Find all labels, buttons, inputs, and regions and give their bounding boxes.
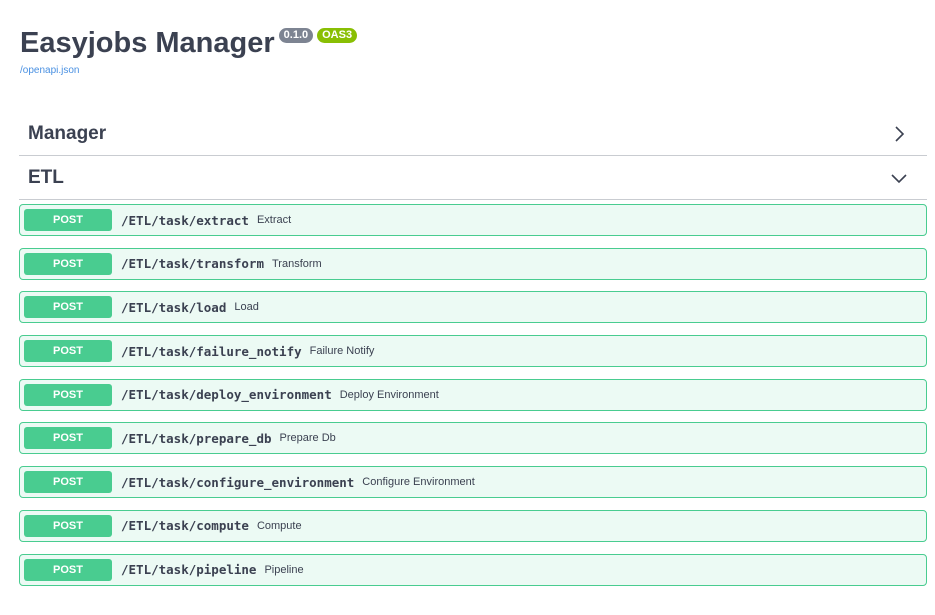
operation-path: /ETL/task/transform bbox=[121, 256, 264, 272]
operation-failure-notify[interactable]: POST /ETL/task/failure_notify Failure No… bbox=[19, 335, 927, 368]
operation-path: /ETL/task/pipeline bbox=[121, 562, 257, 577]
operation-path: /ETL/task/configure_environment bbox=[121, 474, 355, 490]
method-badge-post: POST bbox=[24, 296, 112, 319]
operation-path: /ETL/task/deploy_environment bbox=[121, 387, 332, 403]
method-badge-post: POST bbox=[24, 252, 112, 275]
operation-configure-environment[interactable]: POST /ETL/task/configure_environment Con… bbox=[19, 466, 927, 499]
tag-name: ETL bbox=[28, 166, 64, 188]
operation-summary: Prepare Db bbox=[279, 432, 336, 445]
chevron-right-icon[interactable] bbox=[891, 125, 907, 142]
operation-transform[interactable]: POST /ETL/task/transform Transform bbox=[19, 247, 927, 280]
operation-summary: Load bbox=[234, 301, 259, 314]
operation-pipeline[interactable]: POST /ETL/task/pipeline Pipeline bbox=[19, 553, 927, 586]
operation-compute[interactable]: POST /ETL/task/compute Compute bbox=[19, 509, 927, 542]
api-info-header: Easyjobs Manager 0.1.0 OAS3 /openapi.jso… bbox=[20, 26, 915, 86]
operation-path: /ETL/task/compute bbox=[121, 518, 249, 534]
operation-extract[interactable]: POST /ETL/task/extract Extract bbox=[19, 204, 927, 236]
operation-path: /ETL/task/extract bbox=[121, 212, 249, 228]
tag-name: Manager bbox=[28, 122, 107, 144]
method-badge-post: POST bbox=[24, 558, 112, 581]
openapi-json-link[interactable]: /openapi.json bbox=[20, 65, 80, 76]
operation-deploy-environment[interactable]: POST /ETL/task/deploy_environment Deploy… bbox=[19, 378, 927, 411]
method-badge-post: POST bbox=[24, 209, 112, 231]
method-badge-post: POST bbox=[24, 514, 112, 537]
operations-list: POST /ETL/task/extract Extract POST /ETL… bbox=[19, 204, 927, 597]
method-badge-post: POST bbox=[24, 340, 112, 363]
method-badge-post: POST bbox=[24, 471, 112, 494]
title-row: Easyjobs Manager 0.1.0 OAS3 bbox=[20, 26, 915, 60]
operation-summary: Pipeline bbox=[264, 563, 304, 576]
operation-summary: Deploy Environment bbox=[339, 388, 439, 401]
method-badge-post: POST bbox=[24, 427, 112, 450]
operation-summary: Extract bbox=[256, 214, 292, 226]
operation-summary: Failure Notify bbox=[309, 345, 375, 358]
method-badge-post: POST bbox=[24, 383, 112, 406]
operation-path: /ETL/task/failure_notify bbox=[121, 343, 302, 359]
operation-summary: Compute bbox=[256, 519, 302, 532]
operation-path: /ETL/task/prepare_db bbox=[121, 430, 272, 446]
operation-prepare-db[interactable]: POST /ETL/task/prepare_db Prepare Db bbox=[19, 422, 927, 455]
operation-load[interactable]: POST /ETL/task/load Load bbox=[19, 291, 927, 324]
operation-path: /ETL/task/load bbox=[121, 299, 227, 315]
tag-section-manager: Manager bbox=[19, 112, 927, 156]
tag-header-etl[interactable]: ETL bbox=[19, 156, 927, 200]
oas-badge: OAS3 bbox=[317, 28, 358, 43]
tag-header-manager[interactable]: Manager bbox=[19, 112, 927, 156]
operation-summary: Configure Environment bbox=[362, 476, 475, 489]
operation-summary: Transform bbox=[272, 257, 322, 270]
chevron-down-icon[interactable] bbox=[891, 170, 907, 186]
page-title: Easyjobs Manager bbox=[20, 27, 275, 59]
version-badge: 0.1.0 bbox=[278, 28, 314, 43]
tag-section-etl: ETL bbox=[19, 156, 927, 200]
